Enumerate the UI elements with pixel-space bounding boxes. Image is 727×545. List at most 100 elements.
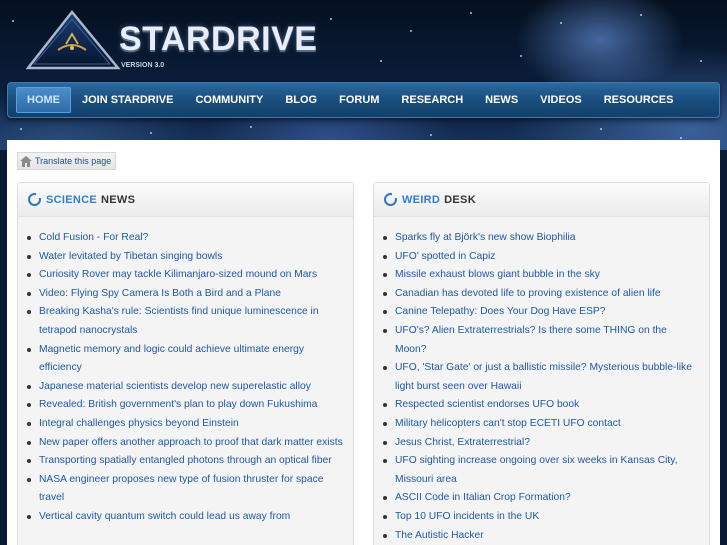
- news-link[interactable]: Magnetic memory and logic could achieve …: [39, 341, 343, 378]
- bullet-icon: [383, 533, 387, 538]
- header-banner: STARDRIVE VERSION 3.0 HOME JOIN STARDRIV…: [0, 0, 727, 150]
- weird-desk-list: Sparks fly at Björk's new show Biophilia…: [374, 217, 709, 545]
- weird-heading-word: WEIRD: [402, 193, 441, 206]
- list-item: Cold Fusion - For Real?: [27, 229, 343, 248]
- list-item: UFO, 'Star Gate' or just a ballistic mis…: [383, 359, 699, 396]
- bullet-icon: [27, 514, 31, 519]
- news-link[interactable]: Respected scientist endorses UFO book: [395, 396, 579, 415]
- weird-desk-heading: WEIRD DESK: [374, 183, 709, 217]
- bullet-icon: [383, 328, 387, 333]
- news-link[interactable]: Missile exhaust blows giant bubble in th…: [395, 266, 600, 285]
- pyramid-logo-icon: [26, 10, 121, 70]
- news-link[interactable]: UFO' spotted in Capiz: [395, 248, 495, 267]
- bullet-icon: [27, 254, 31, 259]
- ring-icon: [384, 193, 397, 206]
- news-link[interactable]: Canine Telepathy: Does Your Dog Have ESP…: [395, 303, 605, 322]
- bullet-icon: [383, 254, 387, 259]
- list-item: Curiosity Rover may tackle Kilimanjaro-s…: [27, 266, 343, 285]
- news-link[interactable]: UFO, 'Star Gate' or just a ballistic mis…: [395, 359, 699, 396]
- bullet-icon: [383, 496, 387, 501]
- news-link[interactable]: Video: Flying Spy Camera Is Both a Bird …: [39, 285, 281, 304]
- news-link[interactable]: Vertical cavity quantum switch could lea…: [39, 508, 290, 527]
- list-item: Canadian has devoted life to proving exi…: [383, 285, 699, 304]
- news-link[interactable]: Revealed: British government's plan to p…: [39, 396, 317, 415]
- list-item: Integral challenges physics beyond Einst…: [27, 415, 343, 434]
- news-link[interactable]: Sparks fly at Björk's new show Biophilia: [395, 229, 576, 248]
- nav-blog[interactable]: BLOG: [274, 87, 328, 113]
- bullet-icon: [27, 291, 31, 296]
- news-link[interactable]: Military helicopters can't stop ECETI UF…: [395, 415, 621, 434]
- site-logo[interactable]: STARDRIVE VERSION 3.0: [26, 10, 317, 72]
- news-link[interactable]: Integral challenges physics beyond Einst…: [39, 415, 239, 434]
- translate-link[interactable]: Translate this page: [17, 152, 117, 170]
- news-link[interactable]: Jesus Christ, Extraterrestrial?: [395, 434, 530, 453]
- bullet-icon: [383, 459, 387, 464]
- list-item: Jesus Christ, Extraterrestrial?: [383, 434, 699, 453]
- list-item: Transporting spatially entangled photons…: [27, 452, 343, 471]
- nav-news[interactable]: NEWS: [474, 87, 529, 113]
- list-item: Japanese material scientists develop new…: [27, 378, 343, 397]
- main-content: Translate this page SCIENCE NEWS Cold Fu…: [7, 140, 720, 545]
- news-link[interactable]: Top 10 UFO incidents in the UK: [395, 508, 539, 527]
- list-item: Breaking Kasha's rule: Scientists find u…: [27, 303, 343, 340]
- list-item: Water levitated by Tibetan singing bowls: [27, 248, 343, 267]
- list-item: Video: Flying Spy Camera Is Both a Bird …: [27, 285, 343, 304]
- news-link[interactable]: UFO sighting increase ongoing over six w…: [395, 452, 699, 489]
- bullet-icon: [27, 403, 31, 408]
- list-item: Missile exhaust blows giant bubble in th…: [383, 266, 699, 285]
- news-link[interactable]: NASA engineer proposes new type of fusio…: [39, 471, 343, 508]
- list-item: Magnetic memory and logic could achieve …: [27, 341, 343, 378]
- news-link[interactable]: Japanese material scientists develop new…: [39, 378, 311, 397]
- science-news-list: Cold Fusion - For Real? Water levitated b…: [18, 217, 353, 527]
- list-item: The Autistic Hacker: [383, 527, 699, 545]
- news-link[interactable]: Cold Fusion - For Real?: [39, 229, 148, 248]
- bullet-icon: [383, 236, 387, 240]
- main-nav: HOME JOIN STARDRIVE COMMUNITY BLOG FORUM…: [7, 82, 720, 118]
- bullet-icon: [383, 403, 387, 408]
- list-item: Revealed: British government's plan to p…: [27, 396, 343, 415]
- bullet-icon: [27, 421, 31, 426]
- weird-desk-panel: WEIRD DESK Sparks fly at Björk's new sho…: [373, 182, 710, 545]
- bullet-icon: [383, 291, 387, 296]
- news-link[interactable]: Water levitated by Tibetan singing bowls: [39, 248, 222, 267]
- site-title: STARDRIVE: [119, 20, 318, 58]
- bullet-icon: [27, 477, 31, 482]
- nav-join-stardrive[interactable]: JOIN STARDRIVE: [71, 87, 184, 113]
- bullet-icon: [27, 347, 31, 352]
- bullet-icon: [383, 421, 387, 426]
- news-link[interactable]: Canadian has devoted life to proving exi…: [395, 285, 661, 304]
- news-link[interactable]: Curiosity Rover may tackle Kilimanjaro-s…: [39, 266, 317, 285]
- list-item: Military helicopters can't stop ECETI UF…: [383, 415, 699, 434]
- news-link[interactable]: Transporting spatially entangled photons…: [39, 452, 332, 471]
- news-link[interactable]: UFO's? Alien Extraterrestrials? Is there…: [395, 322, 699, 359]
- bullet-icon: [27, 310, 31, 315]
- list-item: New paper offers another approach to pro…: [27, 434, 343, 453]
- news-link[interactable]: Breaking Kasha's rule: Scientists find u…: [39, 303, 343, 340]
- science-news-panel: SCIENCE NEWS Cold Fusion - For Real? Wate…: [17, 182, 354, 545]
- news-link[interactable]: The Autistic Hacker: [395, 527, 484, 545]
- news-link[interactable]: New paper offers another approach to pro…: [39, 434, 343, 453]
- list-item: Sparks fly at Björk's new show Biophilia: [383, 229, 699, 248]
- list-item: Vertical cavity quantum switch could lea…: [27, 508, 343, 527]
- list-item: Top 10 UFO incidents in the UK: [383, 508, 699, 527]
- bullet-icon: [383, 514, 387, 519]
- nav-videos[interactable]: VIDEOS: [529, 87, 593, 113]
- nav-resources[interactable]: RESOURCES: [593, 87, 685, 113]
- desk-heading-word: DESK: [444, 193, 476, 206]
- nav-research[interactable]: RESEARCH: [390, 87, 474, 113]
- bullet-icon: [27, 440, 31, 445]
- list-item: UFO sighting increase ongoing over six w…: [383, 452, 699, 489]
- bullet-icon: [383, 273, 387, 278]
- nav-forum[interactable]: FORUM: [328, 87, 390, 113]
- news-heading-word: NEWS: [101, 193, 136, 206]
- science-news-heading: SCIENCE NEWS: [18, 183, 353, 217]
- bullet-icon: [383, 310, 387, 315]
- bullet-icon: [27, 236, 31, 240]
- home-icon: [20, 155, 32, 167]
- nav-community[interactable]: COMMUNITY: [184, 87, 274, 113]
- bullet-icon: [27, 384, 31, 389]
- translate-label: Translate this page: [35, 156, 112, 166]
- news-link[interactable]: ASCII Code in Italian Crop Formation?: [395, 489, 571, 508]
- nav-home[interactable]: HOME: [16, 87, 71, 113]
- science-heading-word: SCIENCE: [46, 193, 97, 206]
